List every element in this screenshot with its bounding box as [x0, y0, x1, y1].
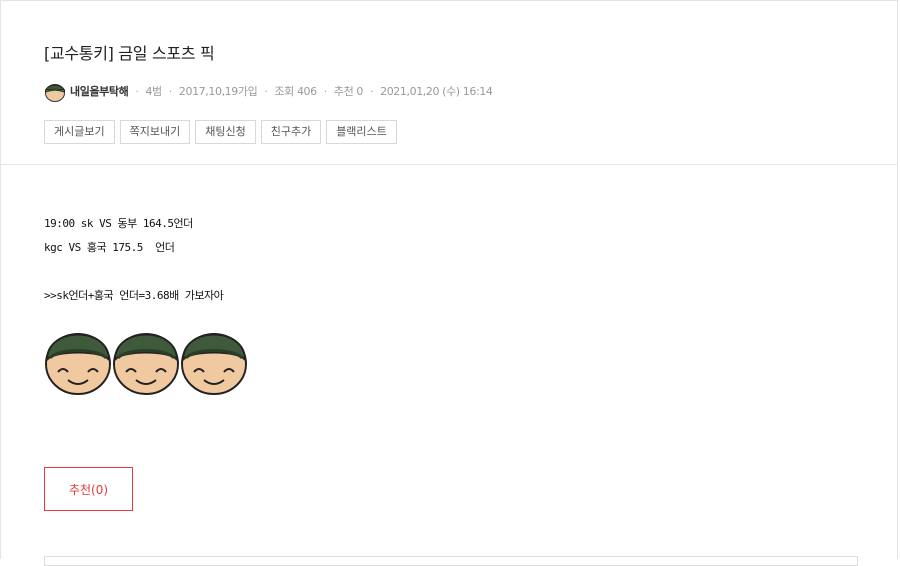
content-line: 19:00 sk VS 동부 164.5언더 [44, 217, 193, 230]
author-actions: 게시글보기 쪽지보내기 채팅신청 친구추가 블랙리스트 [44, 120, 397, 144]
separator: · [168, 84, 173, 98]
content-line: kgc VS 홍국 175.5 언더 [44, 241, 175, 254]
emoji-group [44, 328, 248, 396]
smiling-soldier-emoji-icon [113, 333, 179, 395]
smiling-soldier-emoji-icon [181, 333, 247, 395]
chat-request-button[interactable]: 채팅신청 [195, 120, 256, 144]
add-friend-button[interactable]: 친구추가 [260, 120, 322, 144]
like-count: 추천 0 [333, 85, 364, 98]
author-level: 4범 [145, 85, 162, 98]
comment-area[interactable] [44, 556, 858, 566]
content-line: >>sk언더+홍국 언더=3.68배 가보자아 [44, 289, 224, 302]
post-title: [교수통키] 금일 스포츠 픽 [44, 44, 215, 63]
blacklist-button[interactable]: 블랙리스트 [326, 120, 397, 144]
separator: · [323, 84, 328, 98]
view-posts-button[interactable]: 게시글보기 [44, 120, 115, 144]
header-divider [0, 164, 898, 165]
author-name[interactable]: 내일을부탁해 [70, 83, 129, 99]
separator: · [135, 84, 139, 98]
send-message-button[interactable]: 쪽지보내기 [119, 120, 191, 144]
join-date: 2017,10,19가입 [178, 85, 258, 98]
post-content: 19:00 sk VS 동부 164.5언더 kgc VS 홍국 175.5 언… [44, 212, 224, 308]
soldier-avatar-icon[interactable] [44, 80, 66, 102]
separator: · [264, 84, 268, 98]
view-count: 조회 406 [274, 85, 317, 98]
post-meta: 내일을부탁해 · 4범 · 2017,10,19가입 · 조회 406 · 추천… [44, 80, 493, 102]
smiling-soldier-emoji-icon [45, 333, 111, 395]
recommend-button[interactable]: 추천(0) [44, 467, 133, 511]
post-date: 2021,01,20 (수) 16:14 [380, 85, 493, 98]
separator: · [370, 84, 374, 98]
